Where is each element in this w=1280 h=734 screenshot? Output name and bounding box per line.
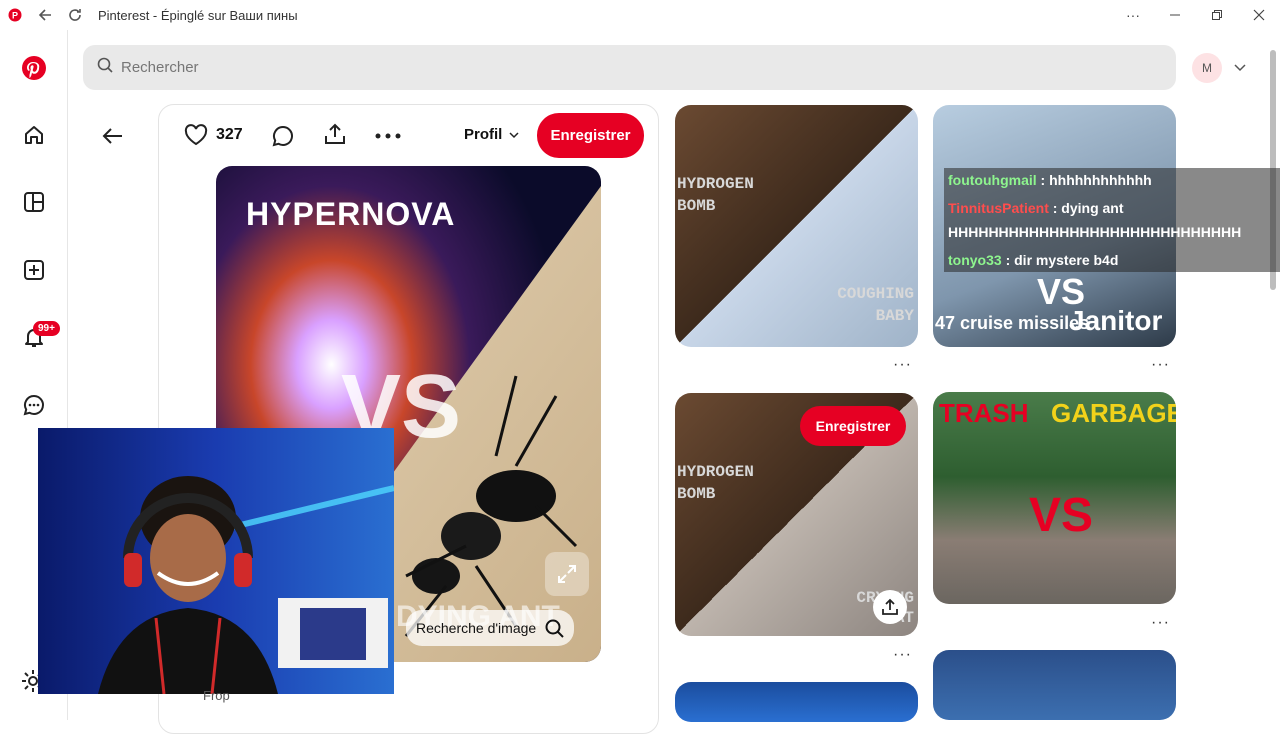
chat-message: tonyo33 : dir mystere b4d — [948, 252, 1119, 268]
chat-message: HHHHHHHHHHHHHHHHHHHHHHHHHHHHH — [948, 224, 1242, 240]
webcam-overlay — [38, 428, 394, 694]
grid-pin-6[interactable] — [933, 650, 1176, 720]
pin-3-save-button[interactable]: Enregistrer — [800, 406, 906, 446]
restore-icon[interactable] — [1196, 0, 1238, 30]
profile-dropdown[interactable]: Profil — [464, 126, 520, 143]
search-input[interactable]: Rechercher — [121, 59, 199, 76]
pinterest-tab-icon: P — [0, 0, 30, 30]
chat-user: tonyo33 — [948, 252, 1002, 268]
profile-label: Profil — [464, 126, 503, 143]
notification-badge: 99+ — [33, 321, 60, 336]
more-icon[interactable]: ··· — [1112, 0, 1154, 30]
pin-author-fragment: Frop — [203, 688, 230, 703]
share-icon[interactable] — [873, 590, 907, 624]
home-icon[interactable] — [14, 115, 54, 155]
share-icon[interactable] — [323, 122, 347, 146]
pin-2-more-icon[interactable]: ··· — [1151, 356, 1170, 374]
window-title: Pinterest - Épinglé sur Ваши пины — [98, 7, 298, 23]
pin-4-left-text: TRASH — [939, 398, 1029, 428]
pin-3-top-text: HYDROGEN BOMB — [677, 463, 754, 503]
pin-2-right-text: Janitor — [1069, 305, 1163, 336]
pin-4-vs: VS — [1029, 489, 1094, 542]
chevron-down-icon[interactable] — [1233, 60, 1247, 74]
reload-icon[interactable] — [60, 0, 90, 30]
pin-4-right-text: GARBAGE — [1051, 398, 1176, 428]
save-button[interactable]: Enregistrer — [537, 113, 644, 158]
chat-user: TinnitusPatient — [948, 200, 1049, 216]
back-button[interactable] — [95, 118, 131, 154]
image-search-label: Recherche d'image — [416, 620, 537, 636]
page-scrollbar[interactable] — [1268, 36, 1278, 720]
svg-text:P: P — [12, 11, 18, 21]
stream-chat-overlay: foutouhgmail : hhhhhhhhhhhh TinnitusPati… — [944, 168, 1280, 272]
messages-icon[interactable] — [14, 385, 54, 425]
search-icon — [545, 619, 564, 638]
chat-user: foutouhgmail — [948, 172, 1037, 188]
back-nav-icon[interactable] — [30, 0, 60, 30]
boards-icon[interactable] — [14, 182, 54, 222]
image-title: HYPERNOVA — [246, 196, 456, 232]
more-options-icon[interactable] — [374, 126, 402, 146]
pin-4-more-icon[interactable]: ··· — [1151, 614, 1170, 632]
minimize-icon[interactable] — [1154, 0, 1196, 30]
expand-icon[interactable] — [545, 552, 589, 596]
grid-pin-1[interactable]: HYDROGEN BOMB COUGHING BABY — [675, 105, 918, 347]
pin-1-more-icon[interactable]: ··· — [893, 356, 912, 374]
comment-icon[interactable] — [271, 124, 295, 148]
chat-message: foutouhgmail : hhhhhhhhhhhh — [948, 172, 1152, 188]
chat-message: TinnitusPatient : dying ant — [948, 200, 1124, 216]
pin-3-more-icon[interactable]: ··· — [893, 646, 912, 664]
grid-pin-4[interactable]: TRASH VS GARBAGE — [933, 392, 1176, 604]
grid-pin-5[interactable] — [675, 682, 918, 722]
pin-1-top-text: HYDROGEN BOMB — [677, 175, 754, 215]
chevron-down-icon — [509, 131, 519, 138]
window-titlebar: P Pinterest - Épinglé sur Ваши пины ··· — [0, 0, 1280, 30]
search-bar[interactable]: Rechercher — [83, 45, 1176, 90]
search-icon — [97, 57, 113, 78]
like-count: 327 — [216, 126, 243, 143]
pin-1-bottom-text: COUGHING BABY — [837, 285, 914, 325]
image-search-button[interactable]: Recherche d'image — [406, 610, 575, 646]
avatar[interactable]: M — [1192, 53, 1222, 83]
like-button[interactable]: 327 — [184, 124, 243, 146]
create-icon[interactable] — [14, 250, 54, 290]
pinterest-logo[interactable] — [14, 48, 54, 88]
close-icon[interactable] — [1238, 0, 1280, 30]
pin-2-left-text: 47 cruise missiles — [935, 313, 1090, 333]
